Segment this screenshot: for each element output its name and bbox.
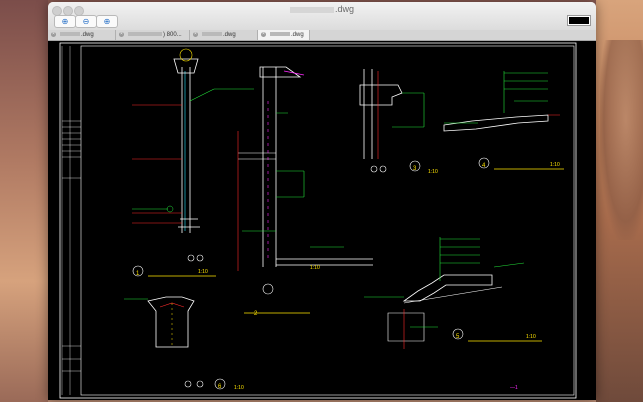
detail-cornice-profile: 3 1:10 [359, 69, 438, 175]
tab-close-icon[interactable]: × [261, 32, 266, 37]
zoom-out-button[interactable]: ⊕ [96, 15, 118, 28]
tab-label: .dwg [81, 32, 94, 38]
scale-label: 1:10 [550, 162, 560, 168]
zoom-out-icon: ⊕ [103, 17, 111, 26]
scale-label: 1:10 [310, 265, 320, 271]
blurred-filename [128, 32, 162, 37]
window-title: .dwg [48, 4, 596, 14]
scale-label: 1:10 [198, 269, 208, 275]
drawing-canvas[interactable]: 3 1:10 4 1:10 5 1:10 6 1:10 1 1:10 2 1:1… [48, 41, 596, 400]
tab-3[interactable]: × .dwg [190, 30, 258, 40]
zoom-in-icon: ⊕ [61, 17, 69, 26]
detail-column-section [132, 48, 254, 262]
sheet-number: —1 [510, 385, 518, 391]
desktop-background-left [0, 0, 48, 402]
detail-steps: 5 1:10 [364, 237, 542, 349]
tab-close-icon[interactable]: × [193, 32, 198, 37]
desktop-rock-texture [600, 40, 643, 240]
blurred-filename [270, 32, 290, 37]
zoom-in-button[interactable]: ⊕ [54, 15, 76, 28]
sheet-border [59, 42, 577, 399]
detail-bracket: 6 1:10 [124, 296, 244, 391]
scale-label: 1:10 [526, 334, 536, 340]
detail-sloped-cap: 4 1:10 [443, 71, 564, 170]
scale-label: 1:10 [234, 385, 244, 391]
blurred-filename [202, 32, 222, 37]
tab-label: ) 800... [163, 32, 182, 38]
tab-4[interactable]: × .dwg [258, 30, 310, 40]
tab-close-icon[interactable]: × [51, 32, 56, 37]
zoom-fit-icon: ⊖ [82, 17, 90, 26]
blurred-filename [60, 32, 80, 37]
detail-callout-1: 1 1:10 2 1:10 [132, 265, 320, 317]
scale-label: 1:10 [428, 169, 438, 175]
zoom-fit-button[interactable]: ⊖ [75, 15, 97, 28]
window-title-extension: .dwg [334, 4, 354, 14]
app-window: .dwg ⊕ ⊖ ⊕ × .dwg × ) 800... × .dwg × .dwg [48, 2, 596, 400]
detail-number: 2 [254, 311, 258, 317]
background-color-swatch[interactable] [567, 15, 591, 26]
tab-2[interactable]: × ) 800... [116, 30, 190, 40]
title-bar[interactable]: .dwg ⊕ ⊖ ⊕ [48, 2, 596, 31]
title-block [61, 46, 81, 395]
blurred-filename [289, 6, 334, 13]
tab-label: .dwg [291, 32, 304, 38]
tab-close-icon[interactable]: × [119, 32, 124, 37]
detail-wall-section [237, 66, 373, 314]
cad-drawing: 3 1:10 4 1:10 5 1:10 6 1:10 1 1:10 2 1:1… [59, 42, 577, 399]
inner-border [80, 45, 575, 396]
tab-1[interactable]: × .dwg [48, 30, 116, 40]
tab-bar: × .dwg × ) 800... × .dwg × .dwg [48, 30, 596, 41]
tab-label: .dwg [223, 32, 236, 38]
